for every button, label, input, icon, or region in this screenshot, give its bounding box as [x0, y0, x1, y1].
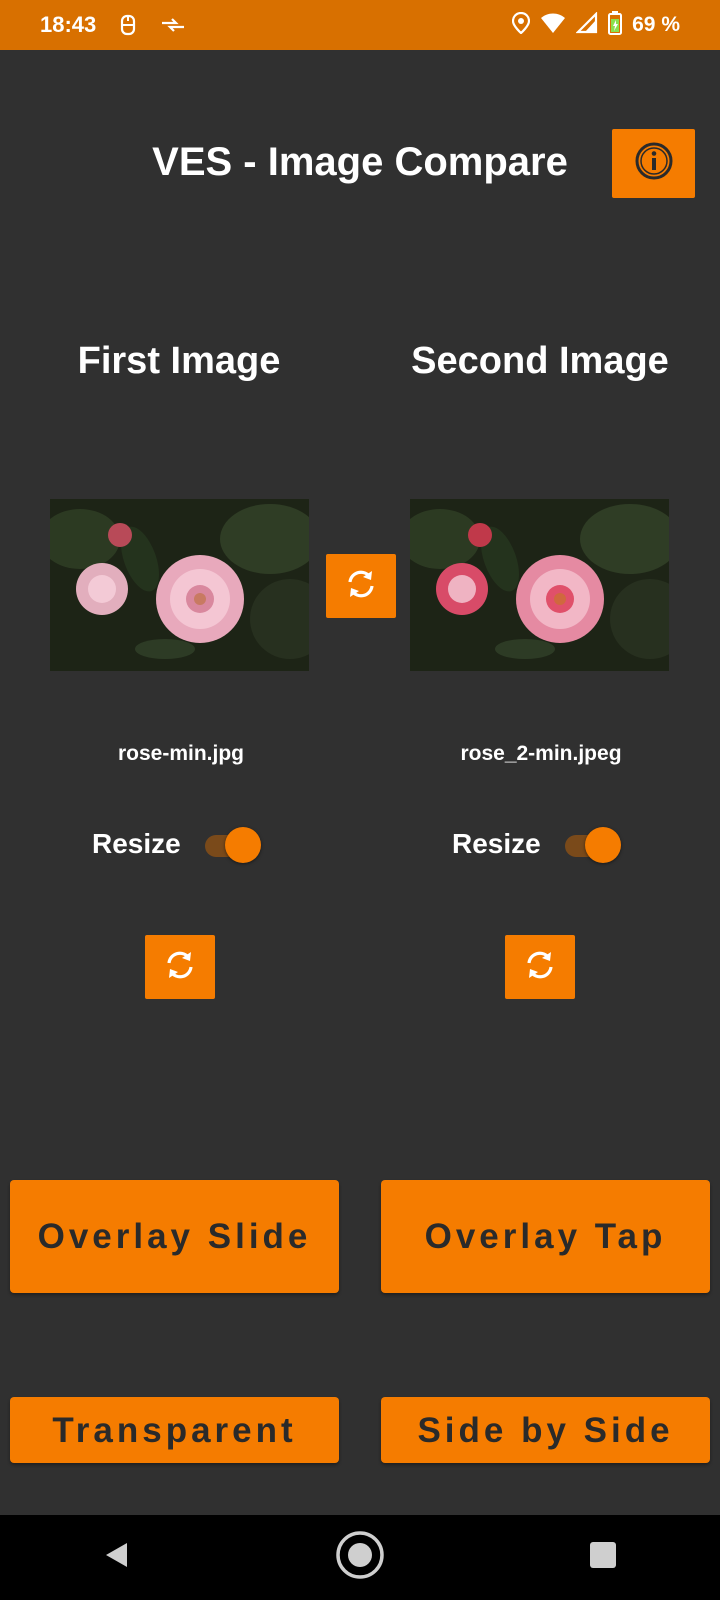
status-bar: 18:43 69 %	[0, 0, 720, 50]
data-transfer-icon	[160, 15, 186, 35]
recents-icon[interactable]	[588, 1540, 618, 1575]
first-reload-button[interactable]	[145, 935, 215, 999]
toggle-thumb	[224, 827, 261, 863]
signal-icon	[575, 10, 598, 39]
first-image-heading: First Image	[77, 340, 281, 382]
swap-images-button[interactable]	[326, 554, 396, 618]
info-button[interactable]	[612, 129, 695, 198]
swap-icon	[343, 566, 379, 607]
first-resize-label: Resize	[92, 828, 181, 859]
reload-icon	[162, 947, 198, 988]
wifi-icon	[540, 12, 566, 39]
second-image-thumbnail[interactable]	[410, 499, 669, 671]
app-title: VES - Image Compare	[152, 140, 568, 184]
back-icon[interactable]	[102, 1540, 132, 1575]
transparent-button[interactable]: Transparent	[10, 1397, 339, 1463]
navigation-bar	[0, 1515, 720, 1600]
first-resize-row: Resize	[92, 826, 261, 863]
location-icon	[512, 11, 531, 39]
battery-percent: 69 %	[632, 13, 680, 36]
second-image-heading: Second Image	[411, 340, 669, 382]
toggle-thumb	[584, 827, 621, 863]
battery-icon	[608, 10, 623, 40]
overlay-slide-button[interactable]: Overlay Slide	[10, 1180, 339, 1293]
info-icon	[634, 141, 674, 186]
second-resize-row: Resize	[452, 826, 621, 863]
reload-icon	[522, 947, 558, 988]
first-image-filename: rose-min.jpg	[117, 742, 244, 765]
status-right: 69 %	[512, 10, 680, 40]
first-resize-toggle[interactable]	[201, 826, 261, 863]
second-resize-label: Resize	[452, 828, 541, 859]
side-by-side-button[interactable]: Side by Side	[381, 1397, 710, 1463]
status-time: 18:43	[40, 12, 97, 37]
second-image-filename: rose_2-min.jpeg	[460, 742, 622, 765]
second-resize-toggle[interactable]	[561, 826, 621, 863]
usb-debug-icon	[118, 14, 138, 36]
first-image-thumbnail[interactable]	[50, 499, 309, 671]
home-icon[interactable]	[335, 1530, 385, 1585]
overlay-tap-button[interactable]: Overlay Tap	[381, 1180, 710, 1293]
second-reload-button[interactable]	[505, 935, 575, 999]
